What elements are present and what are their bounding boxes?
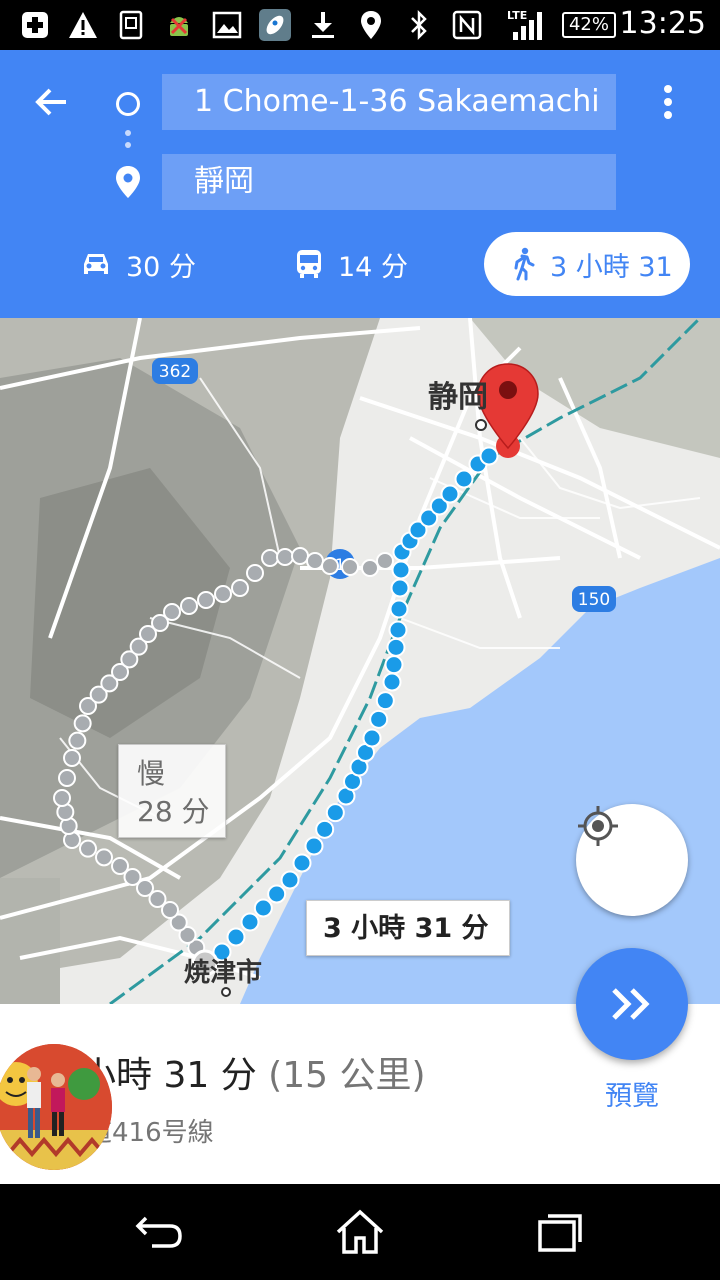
warning-icon [66,8,100,42]
svg-text:362: 362 [159,362,191,382]
map-view[interactable]: 362 1 150 静岡 焼津市 慢 28 分 3 小時 31 分 [0,318,720,1004]
city-label-yaizu: 焼津市 [184,958,263,988]
alternate-route-label: 慢 [137,757,166,790]
origin-circle-icon [116,92,140,116]
station-marker [475,419,487,431]
plus-icon [18,8,52,42]
mode-transit-tab[interactable]: 14 分 [294,232,408,296]
system-nav-bar [0,1184,720,1280]
screenshot-icon [114,8,148,42]
route-dots-icon [125,130,131,160]
double-chevron-icon [612,988,650,1020]
nav-recents-button[interactable] [532,1206,588,1258]
mode-walk-tab[interactable]: 3 小時 31 [484,232,690,296]
nfc-icon [450,8,484,42]
mode-car-tab[interactable]: 30 分 [80,232,196,296]
preview-button[interactable] [576,948,688,1060]
status-time: 13:25 [619,6,706,41]
android-icon [162,8,196,42]
floating-avatar-bubble[interactable] [0,1044,112,1170]
image-icon [210,8,244,42]
svg-text:LTE: LTE [507,9,527,22]
station-marker [221,987,231,997]
signal-icon: LTE [504,8,550,42]
city-label-shizuoka: 静岡 [428,380,488,415]
road-shield-362: 362 [152,358,198,384]
more-options-button[interactable] [652,80,684,124]
nav-back-button[interactable] [132,1206,188,1258]
bus-icon [297,250,321,278]
home-nav-icon [336,1209,384,1254]
bluetooth-icon [402,8,436,42]
mode-transit-label: 14 分 [338,251,408,283]
battery-icon: 42% [562,12,616,38]
mode-walk-label: 3 小時 31 [550,251,673,283]
walk-icon [514,247,535,281]
preview-label[interactable]: 預覽 [576,1074,688,1113]
origin-field[interactable]: 1 Chome-1-36 Sakaemachi [162,74,616,130]
destination-pin-icon [114,164,142,200]
rocket-icon [258,8,292,42]
back-button[interactable] [30,80,74,124]
recents-nav-icon [538,1214,582,1252]
my-location-button[interactable] [576,804,688,916]
route-duration: 小時 31 分 (15 公里) [80,1046,426,1098]
destination-field[interactable]: 靜岡 [162,154,616,210]
road-shield-150: 150 [572,586,616,612]
alternate-route-time: 28 分 [137,795,210,828]
avatar-photo [0,1044,112,1170]
download-icon [306,8,340,42]
alternate-route-callout[interactable]: 慢 28 分 [118,744,226,838]
route-distance: (15 公里) [268,1055,426,1096]
more-vert-icon [664,85,672,119]
svg-text:150: 150 [578,590,610,610]
mode-car-label: 30 分 [126,251,196,283]
back-arrow-icon [35,88,66,116]
directions-header: 1 Chome-1-36 Sakaemachi 靜岡 30 分 14 分 3 小… [0,50,720,318]
back-nav-icon [135,1216,182,1248]
nav-home-button[interactable] [332,1206,388,1258]
car-icon [84,254,108,274]
main-route-callout[interactable]: 3 小時 31 分 [306,900,510,956]
status-bar: LTE 42% 13:25 [0,0,720,50]
location-icon [354,8,388,42]
my-location-icon [578,806,618,846]
